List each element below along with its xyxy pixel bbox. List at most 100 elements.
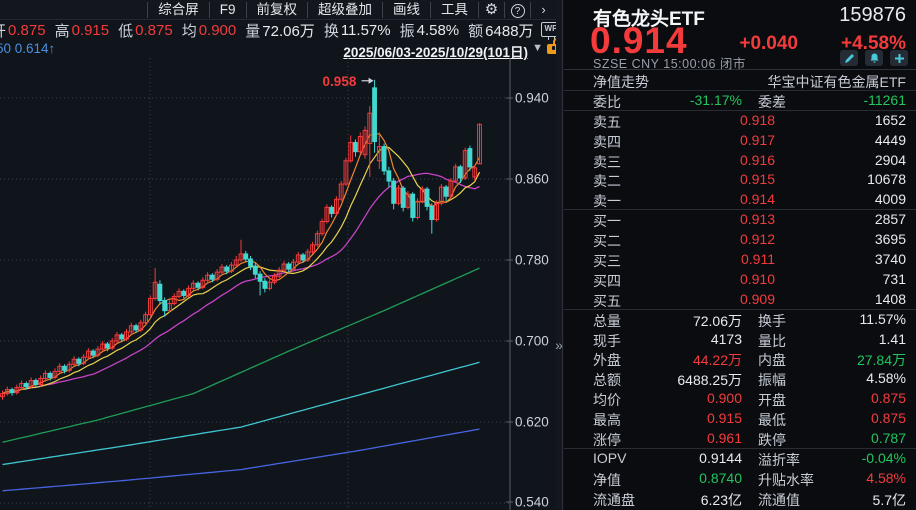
stat-label-left: 外盘	[593, 350, 621, 370]
toolbar-tab-3[interactable]: 前复权	[246, 2, 308, 18]
stat-label-left: 流通盘	[593, 490, 635, 510]
stat-value-left: 72.06万	[693, 311, 742, 331]
high-value: 0.915	[72, 22, 110, 39]
depth-price[interactable]: 0.914	[740, 191, 775, 207]
depth-row: 卖二0.91510678	[564, 170, 916, 190]
depth-volume: 1652	[875, 112, 906, 128]
toolbar-tab-4[interactable]: 超级叠加	[307, 2, 382, 18]
fund-full-name: 华宝中证有色金属ETF	[768, 72, 906, 92]
stat-row: 流通盘6.23亿流通值5.7亿	[564, 489, 916, 509]
depth-price[interactable]: 0.911	[741, 251, 775, 267]
stat-label-right: 换手	[758, 311, 786, 331]
stat-label-left: 现手	[593, 331, 621, 351]
stat-value-left: 6488.25万	[677, 370, 742, 390]
y-axis-tick-label: 0.700	[515, 334, 549, 349]
stat-label-right: 跌停	[758, 430, 786, 450]
avg-label: 均	[182, 20, 197, 41]
stat-value-right: 5.7亿	[873, 490, 906, 510]
pane-divider[interactable]	[556, 0, 563, 510]
toolbar-tab-6[interactable]: 工具	[430, 2, 478, 18]
quote-panel: 有色龙头ETF 159876 0.914 +0.040 +4.58% SZSE …	[564, 0, 916, 510]
stat-row: 均价0.900开盘0.875	[564, 389, 916, 409]
depth-volume: 10678	[867, 171, 906, 187]
depth-level-label: 买四	[593, 271, 621, 291]
y-axis-tick-label: 0.620	[515, 415, 549, 430]
depth-level-label: 卖三	[593, 152, 621, 172]
depth-level-label: 买五	[593, 291, 621, 311]
exchange-time-status: SZSE CNY 15:00:06 闭市	[593, 53, 746, 72]
weibi-label: 委比	[593, 92, 621, 112]
low-value: 0.875	[135, 22, 173, 39]
price-change: +0.040	[739, 33, 798, 55]
depth-price[interactable]: 0.918	[740, 112, 775, 128]
depth-volume: 3740	[875, 251, 906, 267]
nav-trend-label[interactable]: 净值走势	[593, 72, 649, 92]
open-label: 开	[0, 20, 6, 41]
depth-row: 买五0.9091408	[564, 290, 916, 310]
depth-price[interactable]: 0.917	[740, 132, 775, 148]
stat-label-left: 涨停	[593, 430, 621, 450]
stat-value-left: 6.23亿	[701, 490, 742, 510]
toolbar-tab-2[interactable]: F9	[209, 2, 246, 18]
toolbar-tab-5[interactable]: 画线	[382, 2, 430, 18]
stat-value-right: -0.04%	[862, 450, 906, 466]
bid-ask-ratio-row: 委比-31.17%委差-11261	[564, 91, 916, 111]
help-icon[interactable]: ?	[504, 2, 530, 18]
stat-value-right: 4.58%	[866, 370, 906, 386]
depth-level-label: 卖四	[593, 132, 621, 152]
stat-label-right: 内盘	[758, 350, 786, 370]
edit-pencil-icon[interactable]	[840, 50, 858, 66]
stat-value-left: 0.961	[707, 430, 742, 446]
y-axis-tick-label: 0.940	[515, 91, 549, 106]
turnover-label: 换	[324, 20, 339, 41]
y-axis-tick-label: 0.540	[515, 495, 549, 510]
depth-volume: 4449	[875, 132, 906, 148]
more-arrow-icon[interactable]: ›	[530, 2, 556, 18]
stat-label-left: 净值	[593, 470, 621, 490]
depth-price[interactable]: 0.909	[740, 291, 775, 307]
nav-trend-row: 净值走势 华宝中证有色金属ETF	[564, 71, 916, 91]
depth-level-label: 卖五	[593, 112, 621, 132]
stat-row: IOPV0.9144溢折率-0.04%	[564, 449, 916, 469]
chart-toolbar: 综合屏F9前复权超级叠加画线工具⚙?›	[0, 0, 556, 20]
depth-level-label: 卖一	[593, 191, 621, 211]
depth-level-label: 买一	[593, 211, 621, 231]
gear-icon[interactable]: ⚙	[478, 2, 504, 18]
quote-action-icons	[840, 50, 908, 66]
stat-value-right: 4.58%	[866, 470, 906, 486]
depth-row: 买四0.910731	[564, 270, 916, 290]
turnover-value: 11.57%	[341, 22, 391, 39]
depth-price[interactable]: 0.910	[740, 271, 775, 287]
stat-label-left: 最高	[593, 410, 621, 430]
stat-row: 现手4173量比1.41	[564, 330, 916, 350]
open-value: 0.875	[8, 22, 46, 39]
depth-price[interactable]: 0.915	[740, 171, 775, 187]
chevron-down-icon[interactable]: ▼	[532, 42, 543, 54]
stat-label-left: 均价	[593, 390, 621, 410]
stat-label-left: IOPV	[593, 450, 626, 466]
depth-price[interactable]: 0.913	[740, 211, 775, 227]
stat-value-right: 0.875	[871, 390, 906, 406]
add-plus-icon[interactable]	[890, 50, 908, 66]
stat-label-right: 振幅	[758, 370, 786, 390]
high-label: 高	[55, 20, 70, 41]
stat-label-left: 总额	[593, 370, 621, 390]
depth-volume: 4009	[875, 191, 906, 207]
stat-label-right: 开盘	[758, 390, 786, 410]
quote-detail-rows: 净值走势 华宝中证有色金属ETF委比-31.17%委差-11261卖五 0.918 1…	[564, 71, 916, 509]
stat-value-right: 11.57%	[860, 311, 906, 327]
alert-bell-icon[interactable]	[865, 50, 883, 66]
weicha-label: 委差	[758, 92, 786, 112]
depth-price[interactable]: 0.912	[740, 231, 775, 247]
toolbar-tab-1[interactable]: 综合屏	[147, 2, 209, 18]
candlestick-chart[interactable]: 0.9400.8600.7800.7000.6200.5400.958	[0, 58, 563, 510]
stat-value-left: 0.9144	[699, 450, 742, 466]
ma-legend-text: 50 0.614↑	[0, 41, 55, 56]
stat-row: 总额 6488.25万振幅 4.58%	[564, 369, 916, 389]
depth-row: 买一0.9132857	[564, 210, 916, 230]
stat-row: 外盘44.22万内盘27.84万	[564, 349, 916, 369]
stat-value-right: 27.84万	[857, 350, 906, 370]
depth-price[interactable]: 0.916	[740, 152, 775, 168]
volume-value: 72.06万	[262, 20, 315, 41]
amplitude-label: 振	[400, 20, 415, 41]
